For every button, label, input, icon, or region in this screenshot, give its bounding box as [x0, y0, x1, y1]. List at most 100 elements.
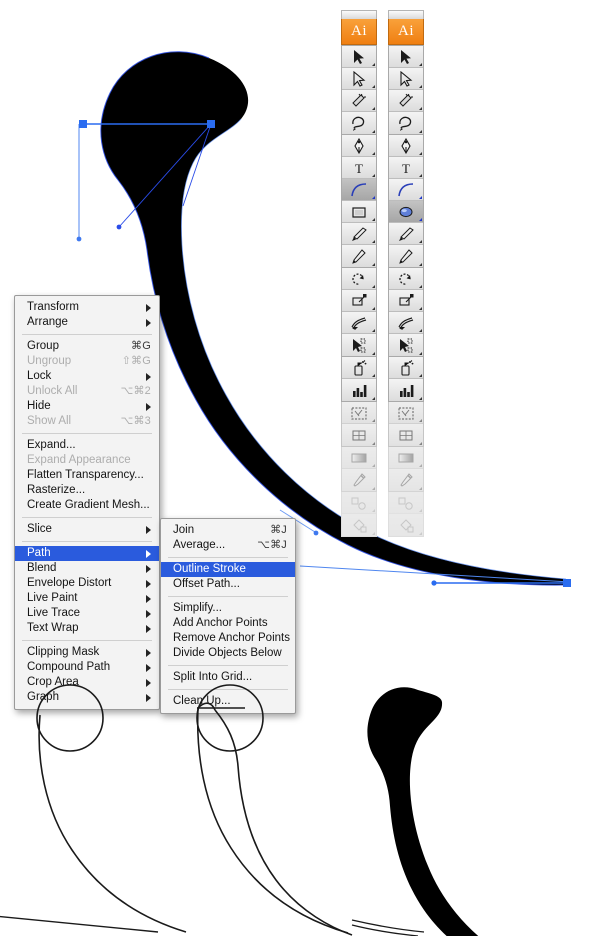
- column-graph-tool[interactable]: [389, 379, 423, 401]
- tool-flyout-indicator[interactable]: [372, 107, 375, 110]
- tool-flyout-indicator[interactable]: [419, 532, 422, 535]
- tool-flyout-indicator[interactable]: [419, 374, 422, 377]
- tool-group-5[interactable]: [341, 447, 377, 492]
- toolbox-left-tools[interactable]: T: [341, 45, 377, 537]
- artboard-tool[interactable]: [389, 402, 423, 424]
- free-transform-tool[interactable]: [342, 334, 376, 356]
- direct-selection-tool[interactable]: [389, 68, 423, 90]
- tool-group-3[interactable]: [388, 357, 424, 402]
- scale-tool[interactable]: [342, 290, 376, 312]
- submenu-item-join[interactable]: Join ⌘J: [161, 523, 295, 538]
- tool-flyout-indicator[interactable]: [419, 63, 422, 66]
- tool-flyout-indicator[interactable]: [372, 152, 375, 155]
- tool-flyout-indicator[interactable]: [419, 107, 422, 110]
- tool-flyout-indicator[interactable]: [372, 63, 375, 66]
- path-submenu[interactable]: Join ⌘J Average... ⌥⌘J Outline Stroke Offset …: [160, 518, 296, 714]
- submenu-item-divide-objects-below[interactable]: Divide Objects Below: [161, 646, 295, 661]
- menu-item-create-gradient-mesh[interactable]: Create Gradient Mesh...: [15, 498, 159, 513]
- tool-flyout-indicator[interactable]: [372, 464, 375, 467]
- menu-item-flatten-transparency[interactable]: Flatten Transparency...: [15, 468, 159, 483]
- tool-flyout-indicator[interactable]: [419, 352, 422, 355]
- rotate-tool[interactable]: [342, 268, 376, 290]
- scale-tool[interactable]: [389, 290, 423, 312]
- live-paint-bucket-tool[interactable]: [342, 514, 376, 536]
- menu-item-compound-path[interactable]: Compound Path: [15, 660, 159, 675]
- direct-selection-tool[interactable]: [342, 68, 376, 90]
- tool-group-5[interactable]: [388, 447, 424, 492]
- submenu-item-average[interactable]: Average... ⌥⌘J: [161, 538, 295, 553]
- tool-flyout-indicator[interactable]: [419, 464, 422, 467]
- tool-flyout-indicator[interactable]: [372, 218, 375, 221]
- menu-item-expand[interactable]: Expand...: [15, 438, 159, 453]
- menu-item-hide[interactable]: Hide: [15, 399, 159, 414]
- tool-flyout-indicator[interactable]: [372, 263, 375, 266]
- menu-item-text-wrap[interactable]: Text Wrap: [15, 621, 159, 636]
- tool-group-1[interactable]: T: [341, 135, 377, 268]
- warp-tool[interactable]: [342, 312, 376, 334]
- lasso-tool[interactable]: [389, 112, 423, 134]
- tool-flyout-indicator[interactable]: [372, 442, 375, 445]
- menu-item-rasterize[interactable]: Rasterize...: [15, 483, 159, 498]
- tool-flyout-indicator[interactable]: [419, 174, 422, 177]
- slice-tool[interactable]: [342, 424, 376, 446]
- menu-item-live-trace[interactable]: Live Trace: [15, 606, 159, 621]
- tool-flyout-indicator[interactable]: [419, 263, 422, 266]
- tool-flyout-indicator[interactable]: [419, 329, 422, 332]
- live-paint-bucket-tool[interactable]: [389, 514, 423, 536]
- toolbox-grip[interactable]: [341, 10, 377, 19]
- ellipse-tool[interactable]: [389, 201, 423, 223]
- artboard-tool[interactable]: [342, 402, 376, 424]
- tool-flyout-indicator[interactable]: [372, 509, 375, 512]
- tool-group-0[interactable]: [388, 45, 424, 135]
- type-tool[interactable]: T: [342, 157, 376, 179]
- tool-flyout-indicator[interactable]: [419, 130, 422, 133]
- tool-flyout-indicator[interactable]: [372, 532, 375, 535]
- menu-item-crop-area[interactable]: Crop Area: [15, 675, 159, 690]
- tool-group-6[interactable]: [388, 492, 424, 537]
- lasso-tool[interactable]: [342, 112, 376, 134]
- pen-tool[interactable]: [342, 135, 376, 157]
- object-context-menu[interactable]: Transform Arrange Group ⌘G Ungroup ⇧⌘G Lock Unl…: [14, 295, 160, 710]
- paintbrush-tool[interactable]: [342, 223, 376, 245]
- selection-tool[interactable]: [342, 46, 376, 68]
- menu-item-live-paint[interactable]: Live Paint: [15, 591, 159, 606]
- magic-wand-tool[interactable]: [342, 90, 376, 112]
- pencil-tool[interactable]: [342, 245, 376, 267]
- tool-flyout-indicator[interactable]: [419, 285, 422, 288]
- tool-flyout-indicator[interactable]: [372, 285, 375, 288]
- submenu-item-simplify[interactable]: Simplify...: [161, 601, 295, 616]
- tool-flyout-indicator[interactable]: [419, 307, 422, 310]
- tool-flyout-indicator[interactable]: [419, 419, 422, 422]
- toolbox-left[interactable]: Ai T: [341, 10, 377, 537]
- type-tool[interactable]: T: [389, 157, 423, 179]
- symbol-sprayer-tool[interactable]: [389, 357, 423, 379]
- selection-tool[interactable]: [389, 46, 423, 68]
- menu-item-path[interactable]: Path: [15, 546, 159, 561]
- menu-item-blend[interactable]: Blend: [15, 561, 159, 576]
- tool-flyout-indicator[interactable]: [419, 218, 422, 221]
- menu-item-graph[interactable]: Graph: [15, 690, 159, 705]
- tool-group-4[interactable]: [388, 402, 424, 447]
- slice-tool[interactable]: [389, 424, 423, 446]
- warp-tool[interactable]: [389, 312, 423, 334]
- tool-flyout-indicator[interactable]: [372, 397, 375, 400]
- menu-item-transform[interactable]: Transform: [15, 300, 159, 315]
- pen-tool[interactable]: [389, 135, 423, 157]
- submenu-item-outline-stroke[interactable]: Outline Stroke: [161, 562, 295, 577]
- tool-flyout-indicator[interactable]: [372, 419, 375, 422]
- tool-flyout-indicator[interactable]: [419, 397, 422, 400]
- toolbox-grip[interactable]: [388, 10, 424, 19]
- menu-item-clipping-mask[interactable]: Clipping Mask: [15, 645, 159, 660]
- tool-group-2[interactable]: [341, 268, 377, 357]
- toolbox-right-tools[interactable]: T: [388, 45, 424, 537]
- symbol-sprayer-tool[interactable]: [342, 357, 376, 379]
- tool-flyout-indicator[interactable]: [419, 196, 422, 199]
- arc-tool[interactable]: [342, 179, 376, 201]
- rectangle-tool[interactable]: [342, 201, 376, 223]
- gradient-tool[interactable]: [389, 447, 423, 469]
- tool-flyout-indicator[interactable]: [419, 487, 422, 490]
- tool-flyout-indicator[interactable]: [372, 174, 375, 177]
- tool-group-4[interactable]: [341, 402, 377, 447]
- menu-item-arrange[interactable]: Arrange: [15, 315, 159, 330]
- submenu-item-clean-up[interactable]: Clean Up...: [161, 694, 295, 709]
